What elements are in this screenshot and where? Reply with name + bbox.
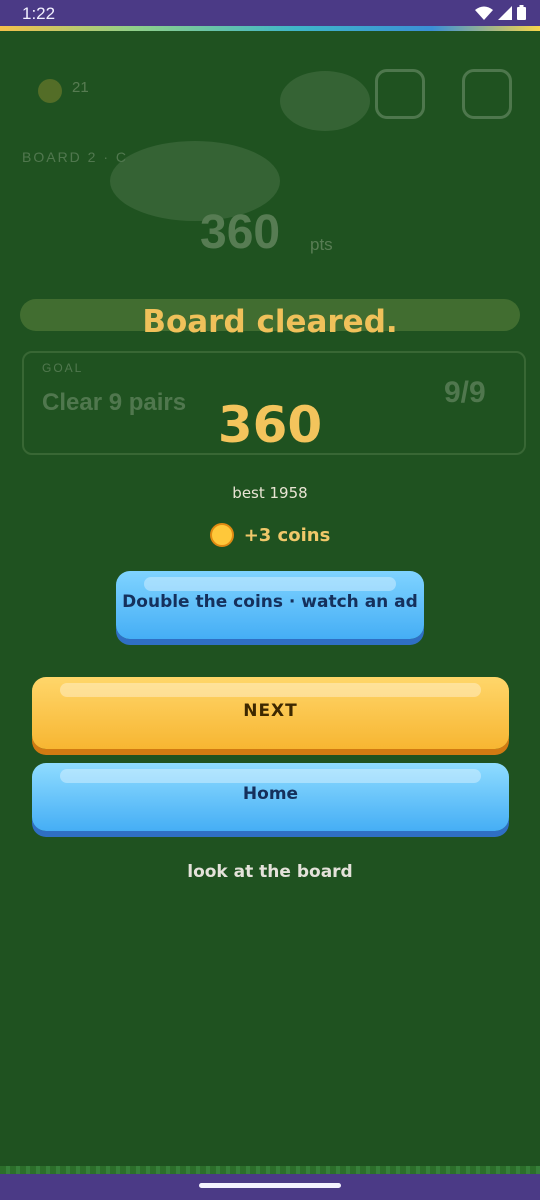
button-shine	[60, 769, 481, 783]
restart-icon	[375, 69, 425, 119]
best-score: best 1958	[232, 484, 308, 502]
coin-count: 21	[72, 79, 89, 96]
coin-reward: +3 coins	[0, 523, 540, 547]
background-score: 360	[200, 206, 281, 259]
home-gesture-handle[interactable]	[199, 1183, 341, 1188]
status-bar: 1:22	[0, 0, 540, 26]
home-label: Home	[242, 784, 299, 804]
cloud-decoration	[280, 71, 370, 131]
double-coins-label: Double the coins · watch an ad	[122, 592, 418, 612]
wifi-icon	[475, 6, 493, 20]
coin-icon	[209, 523, 234, 547]
button-shine	[144, 577, 396, 591]
navigation-bar	[0, 1174, 540, 1200]
goal-tag: GOAL	[42, 361, 84, 375]
double-coins-button[interactable]: Double the coins · watch an ad	[116, 571, 424, 639]
look-at-board-link[interactable]: look at the board	[0, 862, 540, 882]
result-title: Board cleared.	[142, 304, 398, 340]
result-score: 360	[217, 396, 323, 454]
grass-strip	[0, 1166, 540, 1174]
next-label: NEXT	[243, 701, 298, 721]
button-shine	[60, 683, 481, 697]
home-button[interactable]: Home	[32, 763, 509, 831]
home-icon	[462, 69, 512, 119]
status-time: 1:22	[22, 4, 56, 23]
status-icons	[475, 5, 526, 20]
score-unit: pts	[310, 235, 333, 254]
signal-icon	[498, 5, 512, 20]
coin-icon	[38, 79, 62, 103]
next-button[interactable]: NEXT	[32, 677, 509, 749]
battery-icon	[517, 5, 526, 20]
board-label: BOARD 2 · C	[22, 149, 129, 165]
reward-text: +3 coins	[243, 524, 331, 546]
